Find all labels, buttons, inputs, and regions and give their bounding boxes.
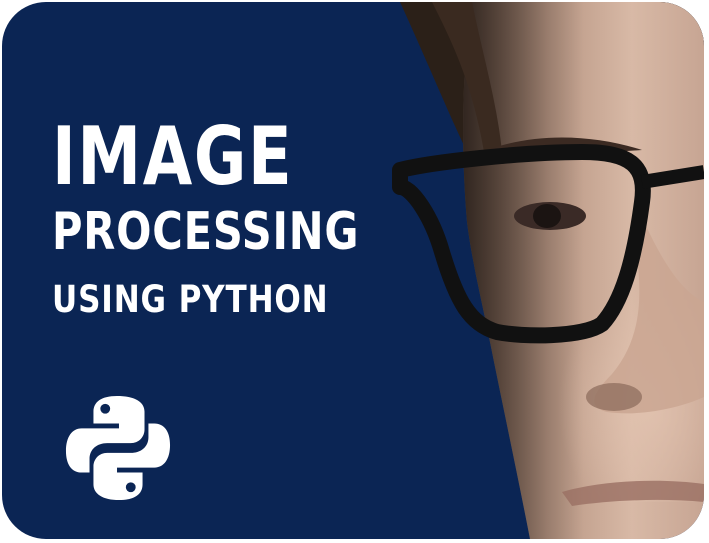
title-line-2: PROCESSING — [52, 202, 360, 262]
title-line-1: IMAGE — [52, 110, 294, 203]
subtitle: USING PYTHON — [52, 278, 329, 321]
python-logo-icon — [65, 395, 171, 501]
course-banner: IMAGE PROCESSING USING PYTHON — [2, 2, 704, 539]
title-block: IMAGE PROCESSING USING PYTHON — [52, 114, 436, 322]
